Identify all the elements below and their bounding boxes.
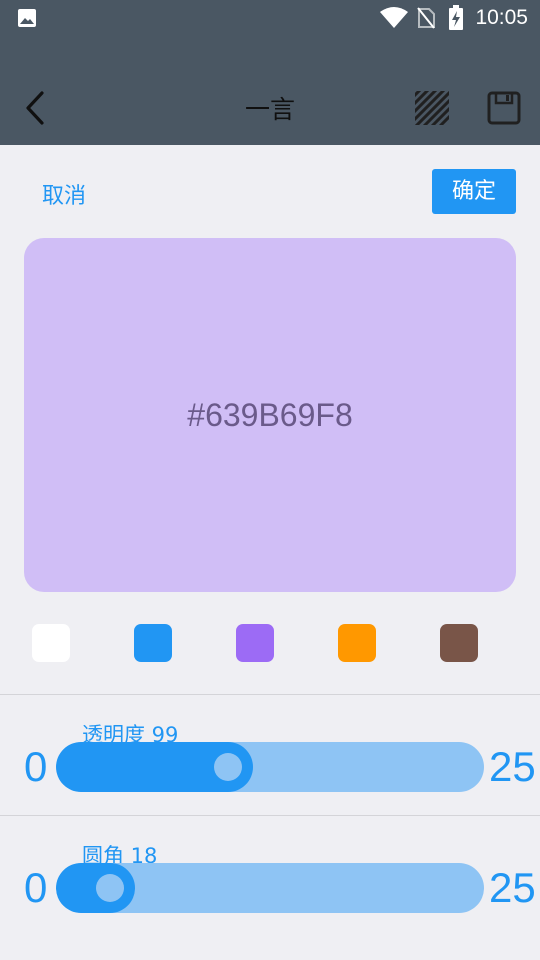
transparency-slider-thumb[interactable] xyxy=(214,753,242,781)
dialog-actions: 取消 确定 xyxy=(0,168,540,216)
corner-radius-slider[interactable] xyxy=(56,863,484,913)
corner-radius-slider-thumb[interactable] xyxy=(96,874,124,902)
image-icon xyxy=(18,9,36,27)
toolbar: 一言 xyxy=(0,36,540,145)
color-swatch-white[interactable] xyxy=(32,624,70,662)
no-sim-icon xyxy=(417,7,435,29)
color-preview[interactable]: #639B69F8 xyxy=(24,238,516,592)
transparency-slider[interactable] xyxy=(56,742,484,792)
corner-radius-min: 0 xyxy=(24,864,48,911)
divider xyxy=(0,694,540,695)
transparency-max: 25 xyxy=(489,743,536,790)
wifi-icon xyxy=(380,7,408,28)
battery-charging-icon xyxy=(449,5,463,30)
transparency-min: 0 xyxy=(24,743,48,790)
color-swatch-orange[interactable] xyxy=(338,624,376,662)
color-swatch-blue[interactable] xyxy=(134,624,172,662)
color-swatch-brown[interactable] xyxy=(440,624,478,662)
diagonal-lines-icon[interactable] xyxy=(414,90,450,126)
divider xyxy=(0,815,540,816)
status-bar: 10:05 xyxy=(0,0,540,36)
page-title: 一言 xyxy=(244,95,295,124)
status-time: 10:05 xyxy=(475,6,528,29)
cancel-button[interactable]: 取消 xyxy=(42,178,86,210)
color-hex-value: #639B69F8 xyxy=(187,396,353,433)
corner-radius-max: 25 xyxy=(489,864,536,911)
confirm-button[interactable]: 确定 xyxy=(432,169,516,214)
save-icon[interactable] xyxy=(487,91,521,125)
color-swatch-purple[interactable] xyxy=(236,624,274,662)
